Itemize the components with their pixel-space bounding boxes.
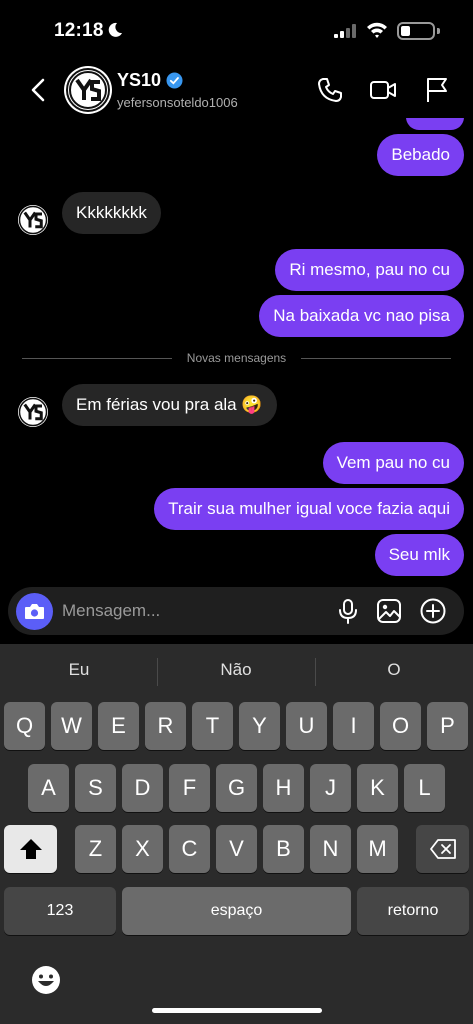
key[interactable]: M [357, 825, 398, 873]
key[interactable]: O [380, 702, 421, 750]
battery-level [401, 26, 410, 36]
key[interactable]: N [310, 825, 351, 873]
return-key[interactable]: retorno [357, 887, 469, 935]
key[interactable]: G [216, 764, 257, 812]
battery-cap [437, 28, 440, 34]
key[interactable]: D [122, 764, 163, 812]
key[interactable]: C [169, 825, 210, 873]
contact-name[interactable]: YS10 [117, 70, 161, 91]
key[interactable]: Q [4, 702, 45, 750]
video-icon[interactable] [369, 76, 397, 104]
backspace-key[interactable] [416, 825, 469, 873]
camera-icon [25, 604, 44, 619]
message-incoming[interactable]: Em férias vou pra ala 🤪 [62, 384, 277, 426]
suggestion-3[interactable]: O [319, 660, 469, 680]
sender-avatar[interactable] [18, 205, 48, 235]
key[interactable]: J [310, 764, 351, 812]
message-outgoing[interactable]: Bebado [377, 134, 464, 176]
signal-icon [334, 24, 356, 38]
suggestion-divider [315, 658, 316, 686]
suggestion-1[interactable]: Eu [4, 660, 154, 680]
key[interactable]: B [263, 825, 304, 873]
key[interactable]: U [286, 702, 327, 750]
shift-icon [19, 839, 42, 859]
message-outgoing[interactable]: Trair sua mulher igual voce fazia aqui [154, 488, 464, 530]
suggestion-2[interactable]: Não [161, 660, 311, 680]
key[interactable]: V [216, 825, 257, 873]
key[interactable]: Z [75, 825, 116, 873]
space-key[interactable]: espaço [122, 887, 351, 935]
keyboard: Eu Não O Q W E R T Y U I O P A S D F G H… [0, 644, 473, 1024]
key[interactable]: R [145, 702, 186, 750]
back-icon[interactable] [26, 76, 52, 104]
key[interactable]: F [169, 764, 210, 812]
message-incoming[interactable]: Kkkkkkkk [62, 192, 161, 234]
moon-icon [108, 22, 122, 37]
divider-label: Novas mensagens [174, 351, 299, 365]
battery-icon [397, 22, 435, 40]
status-bar: 12:18 [0, 0, 473, 60]
wifi-icon [367, 22, 387, 38]
message-outgoing[interactable]: Seu mlk [374, 534, 464, 576]
backspace-icon [429, 839, 456, 859]
gallery-icon[interactable] [375, 597, 403, 625]
message-input[interactable] [62, 593, 312, 629]
message-outgoing[interactable]: Vem pau no cu [322, 442, 464, 484]
message-outgoing[interactable]: Na baixada vc nao pisa [259, 295, 464, 337]
message-outgoing[interactable]: Ri mesmo, pau no cu [275, 249, 464, 291]
key[interactable]: E [98, 702, 139, 750]
emoji-icon[interactable] [30, 964, 62, 996]
key[interactable]: I [333, 702, 374, 750]
key[interactable]: K [357, 764, 398, 812]
new-messages-divider: Novas mensagens [22, 350, 451, 368]
phone-icon[interactable] [316, 76, 344, 104]
key[interactable]: T [192, 702, 233, 750]
suggestion-divider [157, 658, 158, 686]
verified-icon [166, 72, 183, 89]
status-time: 12:18 [54, 20, 104, 41]
key[interactable]: X [122, 825, 163, 873]
ys-logo-icon [18, 397, 48, 427]
sender-avatar[interactable] [18, 397, 48, 427]
ys-logo-icon [69, 71, 107, 109]
message-composer [8, 587, 464, 635]
avatar[interactable] [66, 68, 110, 112]
home-indicator[interactable] [152, 1008, 322, 1013]
key[interactable]: A [28, 764, 69, 812]
key[interactable]: W [51, 702, 92, 750]
key[interactable]: P [427, 702, 468, 750]
contact-username[interactable]: yefersonsoteldo1006 [117, 95, 238, 110]
message-bubble-partial [406, 118, 464, 130]
numbers-key[interactable]: 123 [4, 887, 116, 935]
message-list: Bebado Kkkkkkkk Ri mesmo, pau no cu Na b… [0, 118, 473, 586]
key[interactable]: L [404, 764, 445, 812]
camera-button[interactable] [16, 593, 53, 630]
flag-icon[interactable] [423, 76, 451, 104]
chat-header: YS10 yefersonsoteldo1006 [0, 62, 473, 118]
key[interactable]: H [263, 764, 304, 812]
ys-logo-icon [18, 205, 48, 235]
key[interactable]: Y [239, 702, 280, 750]
microphone-icon[interactable] [334, 597, 362, 625]
add-icon[interactable] [419, 597, 447, 625]
shift-key[interactable] [4, 825, 57, 873]
key[interactable]: S [75, 764, 116, 812]
